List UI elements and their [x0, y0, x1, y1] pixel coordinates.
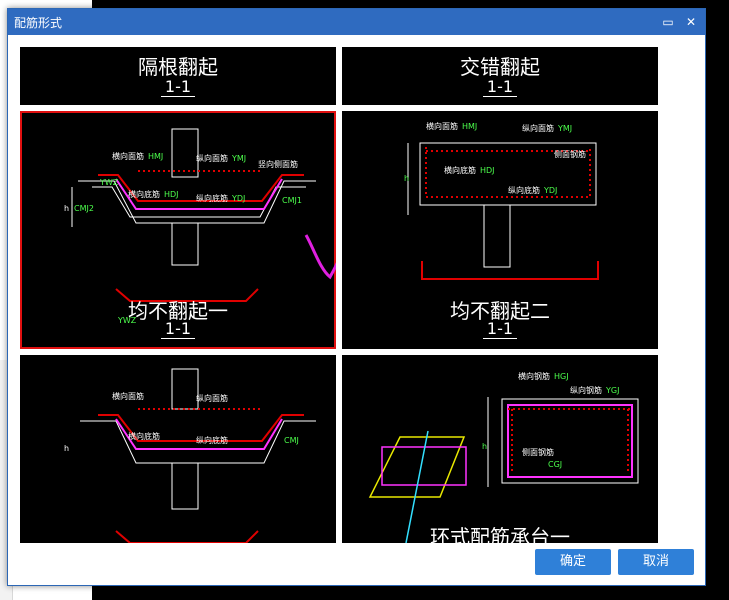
option-title: 交错翻起 — [460, 55, 540, 79]
svg-text:纵向面筋: 纵向面筋 — [196, 153, 228, 163]
svg-text:侧面钢筋: 侧面钢筋 — [554, 149, 586, 159]
svg-text:YWZ: YWZ — [99, 178, 119, 187]
svg-text:YGJ: YGJ — [605, 386, 619, 395]
svg-text:纵向底筋: 纵向底筋 — [508, 185, 540, 195]
svg-text:横向钢筋: 横向钢筋 — [518, 371, 550, 381]
svg-text:HDJ: HDJ — [480, 166, 495, 175]
svg-text:横向底筋: 横向底筋 — [128, 431, 160, 441]
options-scroll-area[interactable]: 隔根翻起 1-1 交错翻起 1-1 横向面筋 HMJ 纵向面筋 YMJ 横向底筋… — [20, 47, 693, 543]
svg-text:纵向底筋: 纵向底筋 — [196, 435, 228, 445]
ok-button[interactable]: 确定 — [535, 549, 611, 575]
svg-text:纵向面筋: 纵向面筋 — [196, 393, 228, 403]
svg-text:横向底筋: 横向底筋 — [444, 165, 476, 175]
option-card-1[interactable]: 隔根翻起 1-1 — [20, 47, 336, 105]
svg-text:h: h — [404, 174, 409, 183]
svg-text:YDJ: YDJ — [543, 186, 557, 195]
svg-text:HMJ: HMJ — [462, 122, 477, 131]
section-mark: 1-1 — [482, 77, 518, 97]
dialog-title: 配筋形式 — [14, 16, 63, 30]
svg-text:横向面筋: 横向面筋 — [426, 121, 458, 131]
section-mark: 1-1 — [160, 319, 196, 339]
svg-text:横向面筋: 横向面筋 — [112, 391, 144, 401]
svg-text:横向面筋: 横向面筋 — [112, 151, 144, 161]
svg-text:纵向钢筋: 纵向钢筋 — [570, 385, 602, 395]
close-icon[interactable]: ✕ — [681, 12, 701, 32]
svg-text:侧面钢筋: 侧面钢筋 — [522, 447, 554, 457]
section-diagram-3: 横向面筋 纵向面筋 横向底筋 纵向底筋 CMJ h — [64, 368, 316, 543]
option-card-4[interactable]: 横向面筋 HMJ 纵向面筋 YMJ 横向底筋 HDJ 纵向底筋 YDJ 侧面钢筋… — [342, 111, 658, 349]
cancel-button[interactable]: 取消 — [618, 549, 694, 575]
option-card-5[interactable]: 横向面筋 纵向面筋 横向底筋 纵向底筋 CMJ h — [20, 355, 336, 543]
section-mark: 1-1 — [160, 77, 196, 97]
reinforcement-form-dialog: 配筋形式 ▭ ✕ 隔根翻起 1-1 交错翻起 1-1 横向面筋 HMJ 纵向面筋… — [7, 8, 706, 586]
svg-text:CGJ: CGJ — [548, 460, 562, 469]
svg-text:h: h — [64, 204, 69, 213]
svg-text:CMJ2: CMJ2 — [74, 204, 94, 213]
option-card-2[interactable]: 交错翻起 1-1 — [342, 47, 658, 105]
dialog-titlebar[interactable]: 配筋形式 ▭ ✕ — [8, 9, 705, 35]
svg-text:h: h — [482, 442, 487, 451]
section-mark: 1-1 — [482, 319, 518, 339]
svg-text:YDJ: YDJ — [231, 194, 245, 203]
minimize-icon[interactable]: ▭ — [658, 12, 678, 32]
svg-text:HDJ: HDJ — [164, 190, 179, 199]
option-card-3[interactable]: 横向面筋 HMJ 纵向面筋 YMJ 横向底筋 HDJ 纵向底筋 YDJ 竖向侧面… — [20, 111, 336, 349]
svg-text:CMJ1: CMJ1 — [282, 196, 302, 205]
svg-text:纵向面筋: 纵向面筋 — [522, 123, 554, 133]
svg-text:YMJ: YMJ — [557, 124, 572, 133]
svg-text:竖向侧面筋: 竖向侧面筋 — [258, 159, 298, 169]
section-diagram-4: 横向钢筋 HGJ 纵向钢筋 YGJ 侧面钢筋 CGJ h — [368, 371, 639, 543]
svg-text:横向底筋: 横向底筋 — [128, 189, 160, 199]
svg-text:h: h — [64, 444, 69, 453]
svg-text:YMJ: YMJ — [231, 154, 246, 163]
svg-text:纵向底筋: 纵向底筋 — [196, 193, 228, 203]
svg-text:HMJ: HMJ — [148, 152, 163, 161]
svg-text:CMJ: CMJ — [284, 436, 299, 445]
option-title: 隔根翻起 — [138, 55, 218, 79]
svg-text:HGJ: HGJ — [554, 372, 569, 381]
option-title: 环式配筋承台一 — [430, 525, 570, 543]
option-card-6[interactable]: 横向钢筋 HGJ 纵向钢筋 YGJ 侧面钢筋 CGJ h 环式配筋承台一 — [342, 355, 658, 543]
